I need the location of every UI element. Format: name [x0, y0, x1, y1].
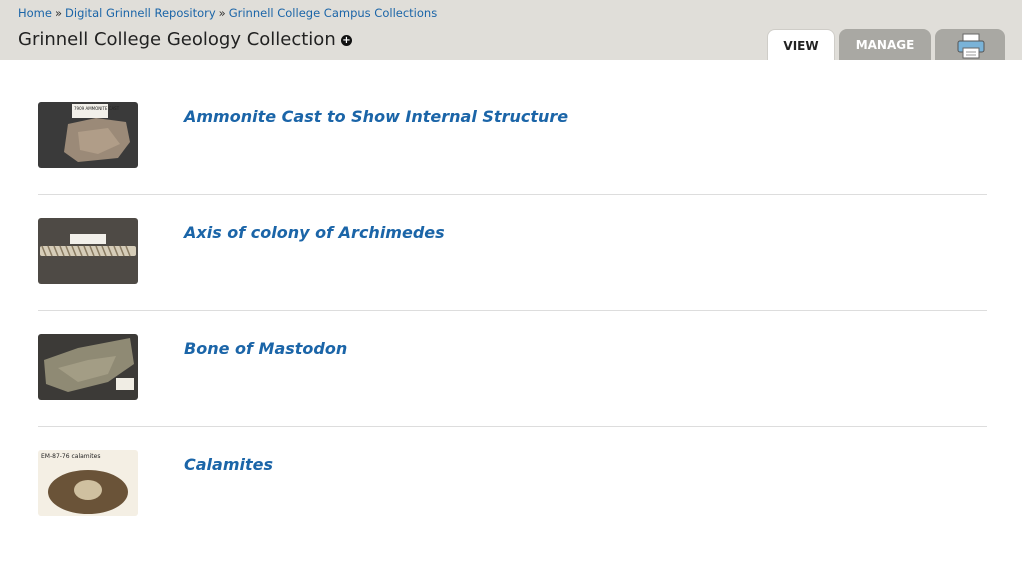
breadcrumb-home[interactable]: Home [18, 6, 52, 20]
thumbnail-image[interactable]: 7909 AMMONITE CAST [38, 102, 138, 168]
item-title-link[interactable]: Calamites [184, 455, 273, 474]
collection-list: 7909 AMMONITE CAST Ammonite Cast to Show… [38, 102, 987, 565]
item-title-link[interactable]: Bone of Mastodon [184, 339, 347, 358]
thumbnail-image[interactable]: EM-87-76 calamites [38, 450, 138, 516]
breadcrumb-repository[interactable]: Digital Grinnell Repository [65, 6, 216, 20]
breadcrumb: Home» Digital Grinnell Repository» Grinnel… [18, 6, 437, 20]
printer-icon [957, 33, 985, 59]
thumbnail-image[interactable] [38, 334, 138, 400]
plus-circle-icon[interactable]: + [341, 35, 352, 46]
breadcrumb-separator: » [218, 6, 226, 20]
thumbnail-image[interactable] [38, 218, 138, 284]
breadcrumb-separator: » [54, 6, 63, 20]
list-item: EM-87-76 calamites Calamites [38, 450, 987, 542]
list-item: 7909 AMMONITE CAST Ammonite Cast to Show… [38, 102, 987, 195]
tab-view[interactable]: VIEW [767, 29, 835, 60]
thumb-label: 7909 AMMONITE CAST [74, 106, 120, 111]
page-header: Home» Digital Grinnell Repository» Grinnel… [0, 0, 1022, 60]
item-title-link[interactable]: Axis of colony of Archimedes [184, 223, 445, 242]
tab-manage[interactable]: MANAGE [839, 29, 931, 60]
list-item: Axis of colony of Archimedes [38, 218, 987, 311]
thumb-label: EM-87-76 calamites [41, 453, 100, 460]
list-item: Bone of Mastodon [38, 334, 987, 427]
breadcrumb-campus-collections[interactable]: Grinnell College Campus Collections [229, 6, 437, 20]
tab-print[interactable] [935, 29, 1005, 60]
page-title: Grinnell College Geology Collection [18, 29, 336, 50]
item-title-link[interactable]: Ammonite Cast to Show Internal Structure [184, 107, 568, 126]
